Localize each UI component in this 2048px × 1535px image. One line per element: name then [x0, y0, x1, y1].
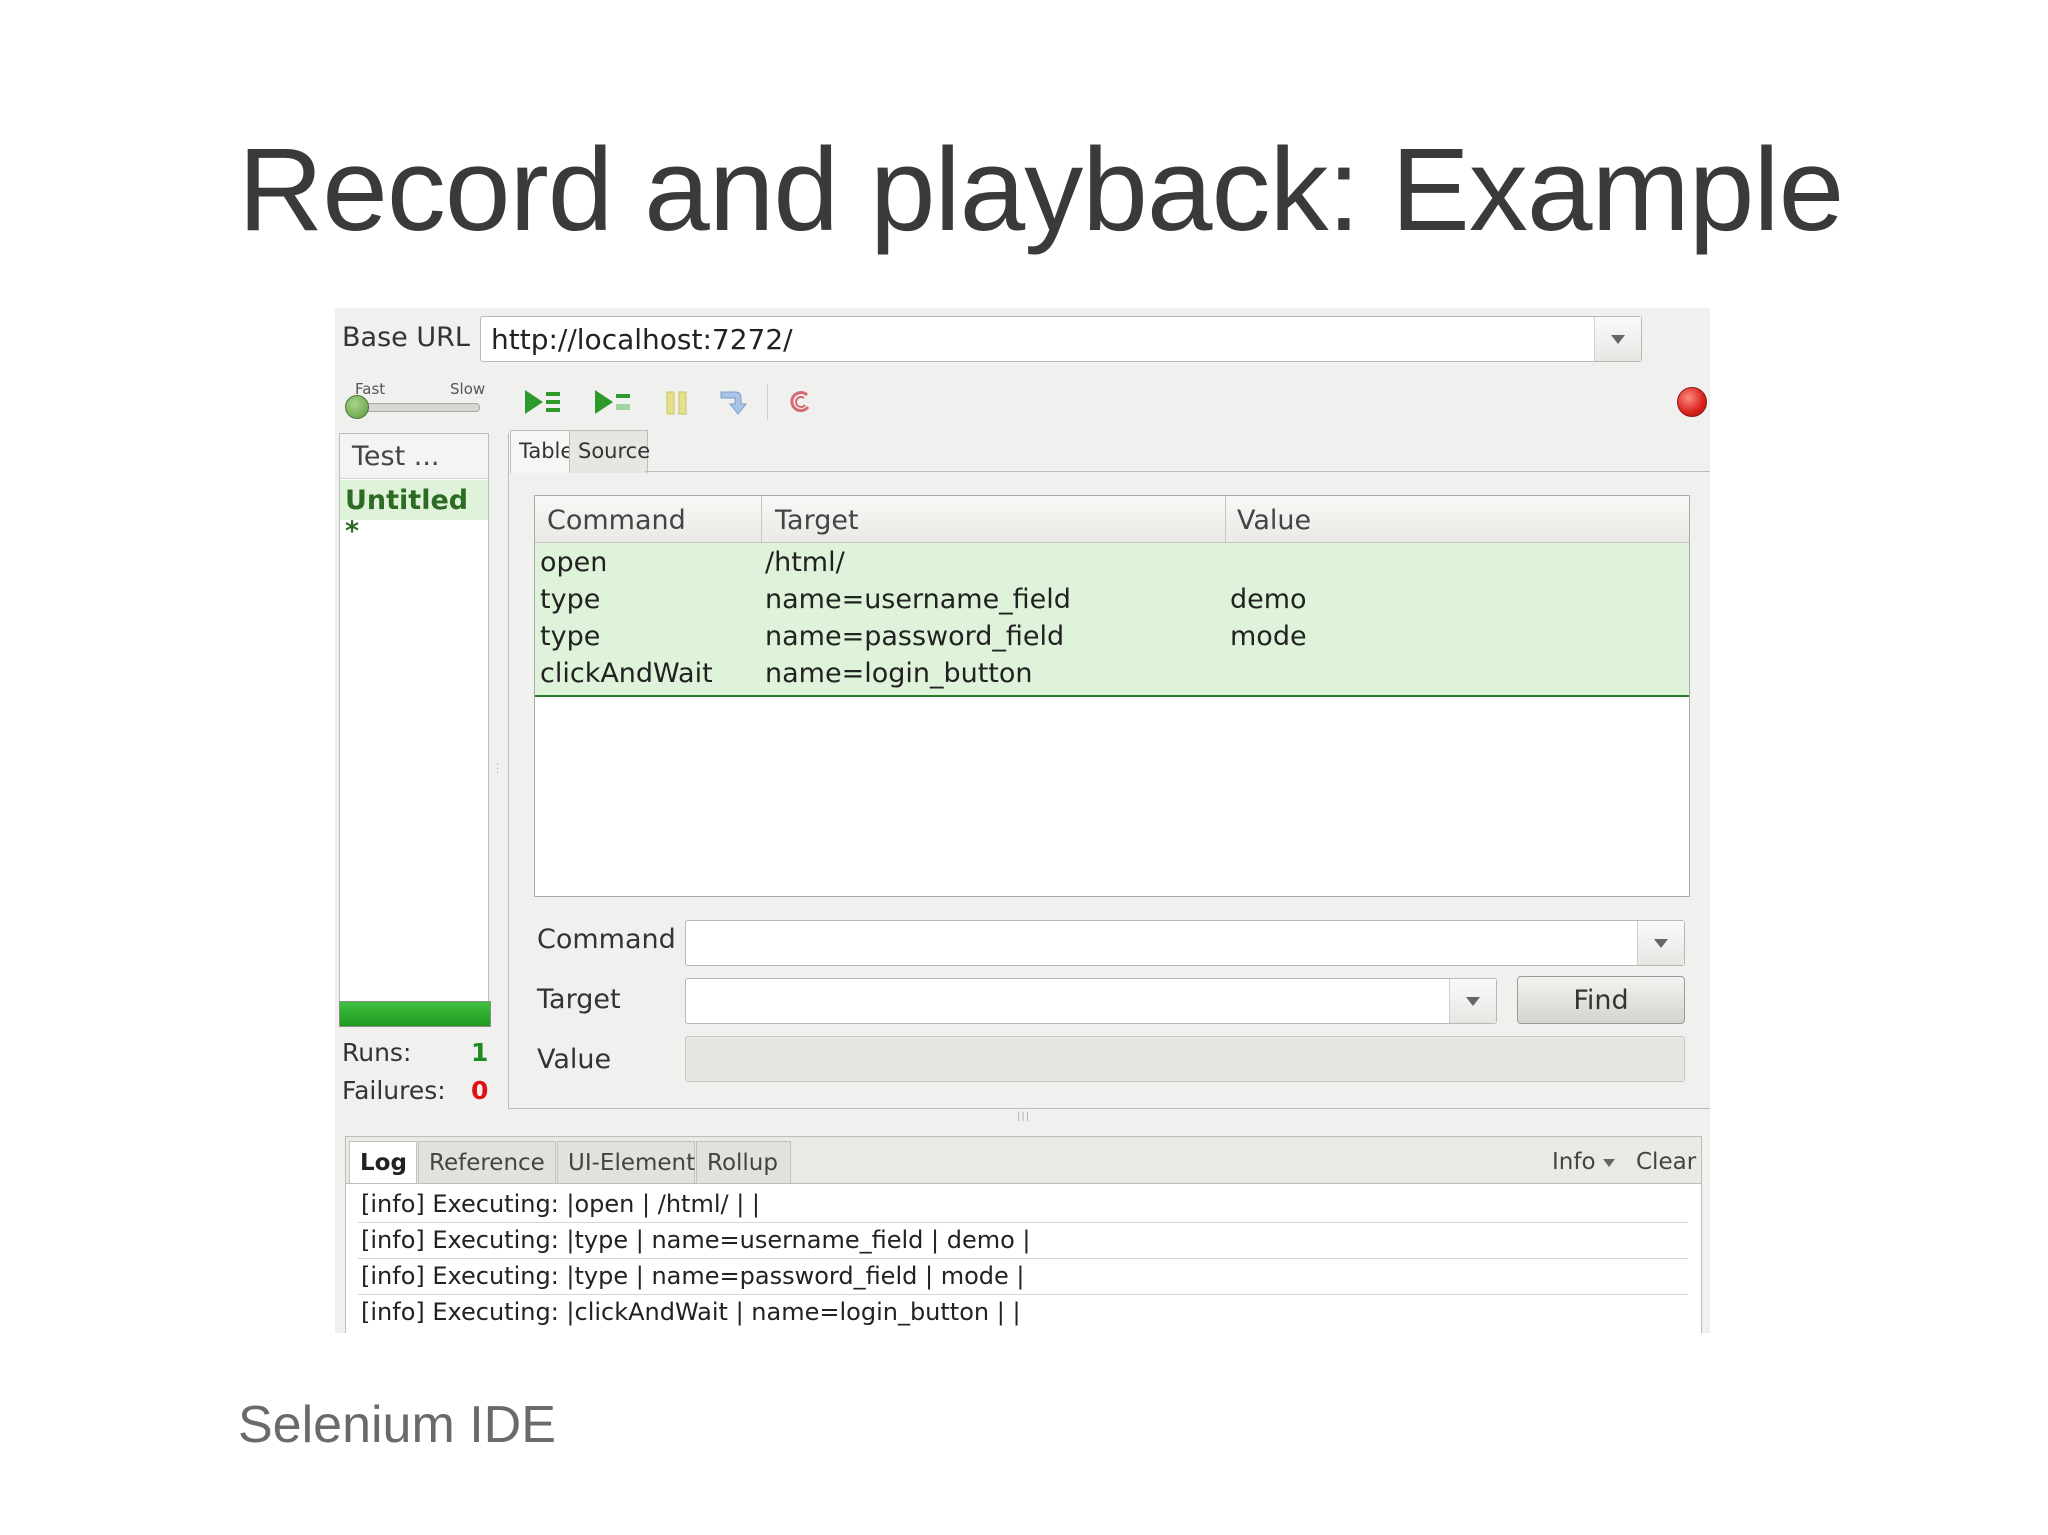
log-line: [info] Executing: |open | /html/ | | — [358, 1187, 1688, 1223]
log-line-text: [info] Executing: |clickAndWait | name=l… — [361, 1298, 1021, 1326]
log-line-text: [info] Executing: |type | name=username_… — [361, 1226, 1031, 1254]
table-row[interactable]: open /html/ — [535, 545, 1689, 582]
tab-log-label: Log — [360, 1150, 407, 1176]
find-button-label: Find — [1573, 985, 1629, 1016]
cell-command: open — [540, 547, 608, 578]
table-row[interactable]: clickAndWait name=login_button — [535, 656, 1689, 693]
test-suite-header-label: Test ... — [352, 441, 440, 472]
column-header-value[interactable]: Value — [1237, 505, 1311, 536]
tab-log[interactable]: Log — [349, 1141, 417, 1183]
log-line-text: [info] Executing: |open | /html/ | | — [361, 1190, 760, 1218]
tab-rollup-label: Rollup — [707, 1150, 778, 1176]
tab-source[interactable]: Source — [569, 430, 651, 473]
command-rows: open /html/ type name=username_field dem… — [535, 543, 1689, 697]
speed-slider-knob[interactable] — [345, 395, 369, 419]
speed-slow-label: Slow — [450, 380, 486, 398]
cell-command: type — [540, 621, 601, 652]
play-test-button[interactable] — [591, 384, 635, 420]
tab-source-label: Source — [578, 439, 651, 463]
test-case-item[interactable]: Untitled * — [340, 480, 488, 547]
tab-divider — [645, 471, 1710, 472]
pause-button[interactable] — [655, 384, 699, 420]
command-dropdown-button[interactable] — [1637, 921, 1684, 965]
slide-title: Record and playback: Example — [238, 124, 1844, 256]
log-line: [info] Executing: |type | name=password_… — [358, 1259, 1688, 1295]
clear-log-button[interactable]: Clear — [1636, 1149, 1696, 1175]
value-label: Value — [537, 1044, 612, 1075]
splitter-grip-vertical[interactable]: · · · — [496, 761, 502, 779]
command-table: Command Target Value open /html/ type na… — [534, 495, 1690, 897]
play-suite-icon — [525, 390, 560, 414]
column-header-target[interactable]: Target — [775, 505, 859, 536]
chevron-down-icon — [1466, 997, 1480, 1006]
step-icon — [720, 391, 748, 415]
play-test-icon — [595, 390, 630, 414]
test-progress-bar — [339, 1001, 491, 1027]
target-dropdown-button[interactable] — [1449, 979, 1496, 1023]
find-button[interactable]: Find — [1517, 976, 1685, 1024]
column-divider — [1225, 496, 1226, 542]
chevron-down-icon — [1611, 335, 1625, 344]
tab-table-label: Table — [519, 439, 574, 463]
selenium-ide-window: Base URL http://localhost:7272/ Fast Slo… — [335, 308, 1710, 1333]
log-line: [info] Executing: |clickAndWait | name=l… — [358, 1295, 1688, 1330]
command-table-header: Command Target Value — [535, 496, 1689, 543]
log-level-select[interactable]: Info — [1552, 1149, 1596, 1175]
toolbar-separator — [767, 384, 768, 420]
test-suite-panel: Test ... Untitled * — [339, 433, 489, 1005]
base-url-field[interactable]: http://localhost:7272/ — [480, 316, 1642, 362]
rollup-icon — [790, 391, 810, 412]
tab-rollup[interactable]: Rollup — [696, 1141, 791, 1183]
chevron-down-icon — [1603, 1159, 1615, 1167]
command-label: Command — [537, 924, 676, 955]
test-suite-header[interactable]: Test ... — [340, 434, 488, 479]
failures-count: 0 — [471, 1076, 489, 1105]
value-input[interactable] — [685, 1036, 1685, 1082]
tab-reference[interactable]: Reference — [418, 1141, 556, 1183]
target-label: Target — [537, 984, 621, 1015]
runs-count: 1 — [471, 1038, 489, 1067]
cell-command: type — [540, 584, 601, 615]
column-divider — [761, 496, 762, 542]
rollup-button[interactable] — [781, 384, 825, 420]
column-header-command[interactable]: Command — [547, 505, 686, 536]
test-case-label: Untitled * — [345, 485, 469, 547]
slide-footer: Selenium IDE — [238, 1396, 556, 1454]
log-line-text: [info] Executing: |type | name=password_… — [361, 1262, 1025, 1290]
tab-ui-element-label: UI-Element — [568, 1150, 696, 1176]
runs-label: Runs: — [342, 1038, 412, 1067]
step-button[interactable] — [711, 384, 755, 420]
chevron-down-icon — [1654, 939, 1668, 948]
log-tab-bar: Log Reference UI-Element Rollup Info Cle… — [346, 1137, 1701, 1184]
base-url-dropdown-button[interactable] — [1594, 317, 1641, 361]
base-url-value: http://localhost:7272/ — [491, 323, 793, 356]
tab-ui-element[interactable]: UI-Element — [557, 1141, 695, 1183]
table-row[interactable]: type name=username_field demo — [535, 582, 1689, 619]
tab-reference-label: Reference — [429, 1150, 545, 1176]
tab-table[interactable]: Table — [510, 430, 574, 473]
record-button[interactable] — [1677, 387, 1707, 417]
log-line: [info] Executing: |type | name=username_… — [358, 1223, 1688, 1259]
cell-target: /html/ — [765, 547, 845, 578]
cell-value: demo — [1230, 584, 1307, 615]
cell-command: clickAndWait — [540, 658, 713, 689]
failures-label: Failures: — [342, 1076, 446, 1105]
play-suite-button[interactable] — [521, 384, 565, 420]
command-input[interactable] — [685, 920, 1685, 966]
table-row[interactable]: type name=password_field mode — [535, 619, 1689, 656]
cell-target: name=username_field — [765, 584, 1071, 615]
target-input[interactable] — [685, 978, 1497, 1024]
pause-icon — [666, 391, 687, 415]
cell-target: name=login_button — [765, 658, 1033, 689]
splitter-grip-horizontal[interactable]: ||| — [1017, 1111, 1031, 1122]
log-panel: Log Reference UI-Element Rollup Info Cle… — [345, 1136, 1702, 1333]
cell-target: name=password_field — [765, 621, 1065, 652]
cell-value: mode — [1230, 621, 1307, 652]
base-url-label: Base URL — [342, 322, 470, 353]
